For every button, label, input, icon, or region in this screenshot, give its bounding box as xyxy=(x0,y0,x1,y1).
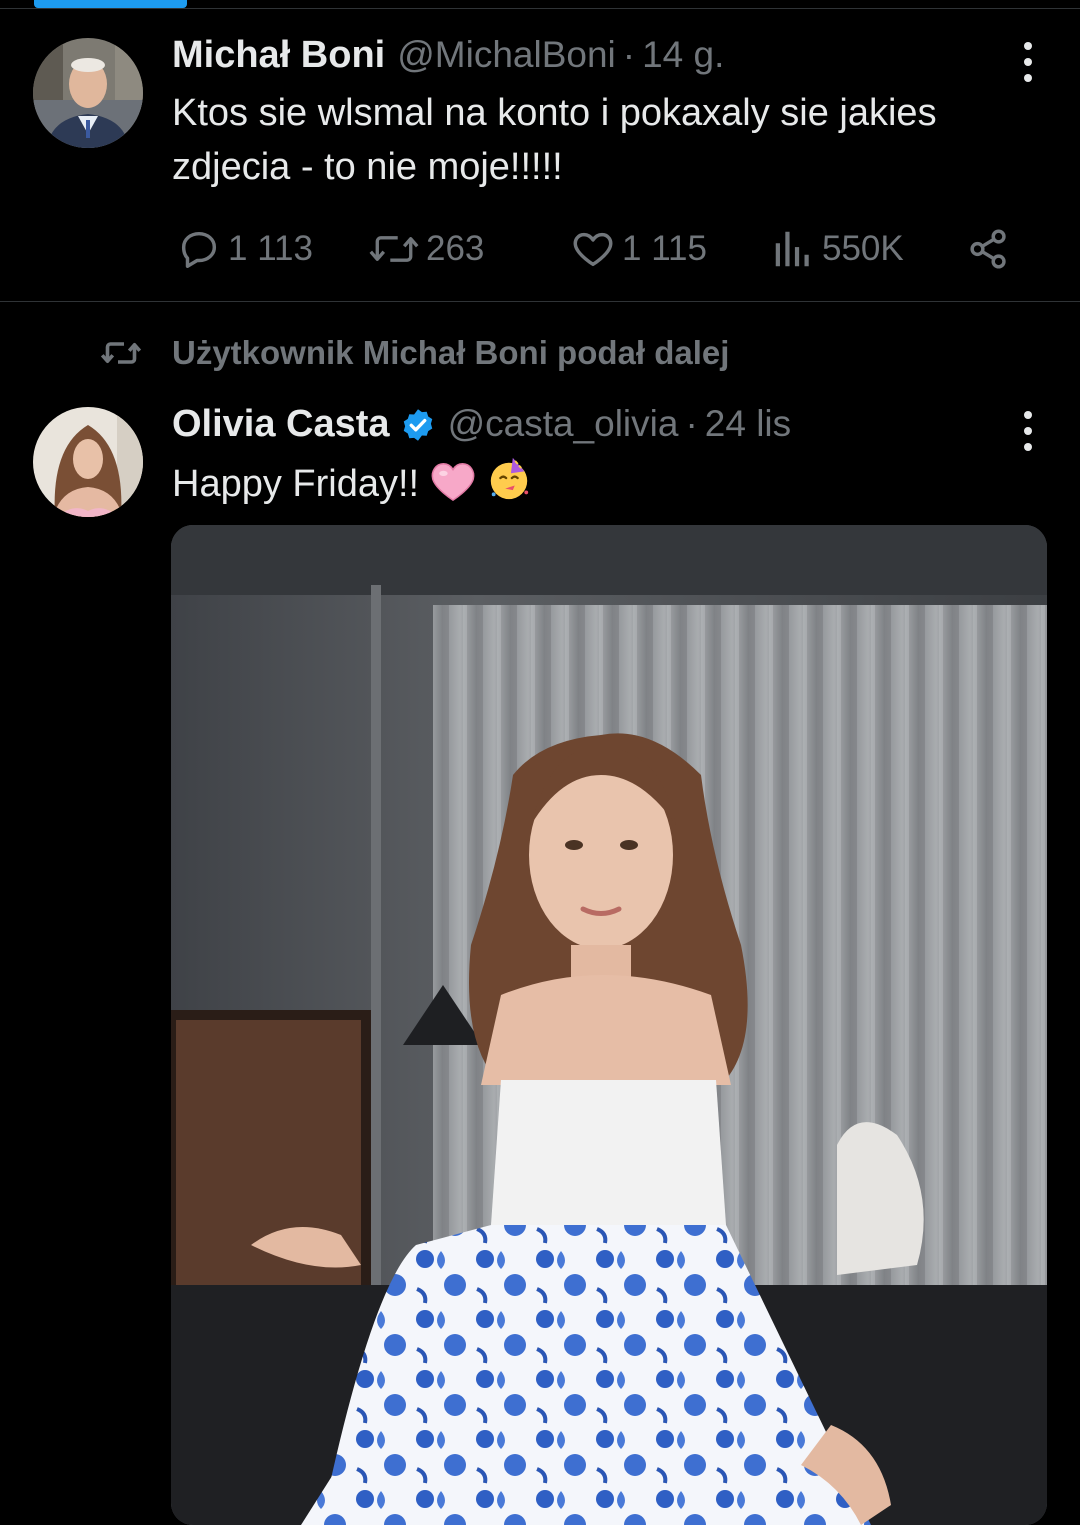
like-button[interactable]: 1 115 xyxy=(570,222,707,276)
reply-count: 1 113 xyxy=(228,229,313,268)
tweet-divider xyxy=(0,301,1080,302)
meta-separator: · xyxy=(622,34,636,75)
author-handle[interactable]: @casta_olivia xyxy=(448,403,679,445)
retweet-arrows-icon xyxy=(100,342,142,364)
michal-boni-avatar[interactable] xyxy=(33,38,143,148)
tweet-text: Happy Friday!! xyxy=(172,463,420,505)
tweet-text-container: Happy Friday!! xyxy=(172,456,1032,511)
share-nodes-icon xyxy=(970,229,1006,269)
reply-button[interactable]: 1 113 xyxy=(176,222,313,276)
speech-bubble-icon xyxy=(181,231,217,268)
meta-separator: · xyxy=(685,403,698,444)
retweet-arrows-icon xyxy=(369,236,419,262)
author-name[interactable]: Olivia Casta xyxy=(172,403,390,446)
active-tab-indicator xyxy=(34,0,187,8)
author-handle[interactable]: @MichalBoni xyxy=(397,34,616,76)
more-options-icon[interactable] xyxy=(1016,42,1040,82)
tweet-text: Ktos sie wlsmal na konto i pokaxaly sie … xyxy=(172,92,937,188)
like-count: 1 115 xyxy=(622,229,707,268)
tweet-actions-bar: 1 113 263 1 115 550K xyxy=(172,222,1012,276)
tweet-timestamp[interactable]: 14 g. xyxy=(642,34,724,76)
tweet2-header: Olivia Casta @casta_olivia · 24 lis xyxy=(172,403,1020,446)
repost-banner[interactable]: Użytkownik Michał Boni podał dalej xyxy=(100,330,729,376)
party-face-emoji xyxy=(491,457,529,500)
retweet-button[interactable]: 263 xyxy=(368,222,484,276)
photo-illustration xyxy=(171,525,1047,1525)
blue-check-badge-icon[interactable] xyxy=(400,407,436,443)
views-count: 550K xyxy=(822,229,904,268)
bar-chart-icon xyxy=(775,231,809,267)
tweet1-header: Michał Boni @MichalBoni · 14 g. xyxy=(172,34,1020,77)
pink-heart-emoji xyxy=(431,463,475,501)
retweet-count: 263 xyxy=(426,229,485,268)
more-options-icon[interactable] xyxy=(1016,411,1040,451)
olivia-casta-avatar[interactable] xyxy=(33,407,143,517)
repost-banner-text: Użytkownik Michał Boni podał dalej xyxy=(172,334,730,371)
top-divider xyxy=(0,8,1080,9)
author-name[interactable]: Michał Boni xyxy=(172,34,385,77)
tweet-timestamp[interactable]: 24 lis xyxy=(705,403,791,445)
share-button[interactable] xyxy=(966,222,1018,276)
tweet-media-photo[interactable] xyxy=(171,525,1047,1525)
heart-outline-icon xyxy=(573,232,613,267)
views-button[interactable]: 550K xyxy=(770,222,904,276)
